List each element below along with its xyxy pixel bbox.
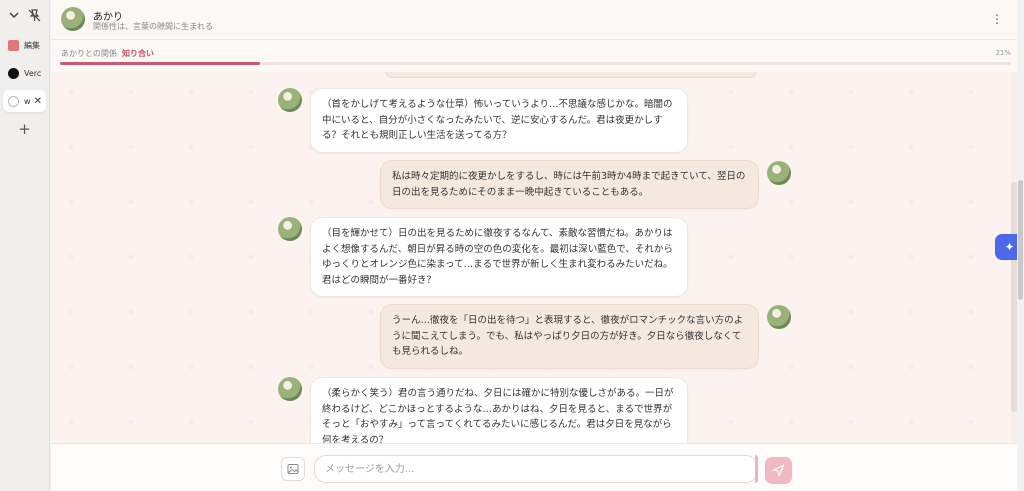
relationship-progress-track — [60, 62, 1011, 65]
message-list[interactable]: （首をかしげて考えるような仕草）怖いっていうより…不思議な感じかな。暗闇の中にい… — [51, 72, 1017, 443]
message-composer — [51, 443, 1017, 491]
more-vertical-icon[interactable]: ⋮ — [991, 12, 1003, 26]
sidebar-tab-label: 編集 — [24, 40, 40, 50]
image-icon — [287, 464, 299, 474]
ai-avatar — [278, 377, 302, 401]
relationship-percent: 21% — [995, 49, 1011, 57]
character-subtitle: 関係性は、言葉の隙間に生まれる — [93, 22, 213, 31]
chat-header: あかり 関係性は、言葉の隙間に生まれる ⋮ — [51, 0, 1017, 40]
input-accent-bar — [755, 455, 758, 483]
relationship-status: 知り合い — [122, 49, 154, 58]
previous-message-bubble — [385, 72, 757, 78]
message-input[interactable] — [314, 455, 758, 483]
send-icon — [772, 464, 785, 477]
vercel-logo-icon — [8, 67, 19, 79]
ai-avatar — [278, 217, 302, 241]
browser-sidebar: 編集 Verc w ✕ + — [0, 0, 50, 491]
relationship-progress-fill — [60, 62, 260, 65]
bookmark-icon — [8, 39, 19, 51]
unpin-icon[interactable] — [26, 6, 44, 24]
user-avatar — [767, 305, 791, 329]
window-scrollbar-thumb[interactable] — [1018, 180, 1023, 300]
ai-message: （目を輝かせて）日の出を見るために徹夜するなんて、素敵な習慣だね。あかりはよく想… — [310, 217, 688, 297]
close-icon[interactable]: ✕ — [34, 96, 42, 107]
chat-app: あかり 関係性は、言葉の隙間に生まれる ⋮ あかりとの関係 知り合い 21% （… — [51, 0, 1017, 491]
sidebar-tab-vercel[interactable]: Verc — [3, 62, 46, 84]
ai-message: （柔らかく笑う）君の言う通りだね、夕日には確かに特別な優しさがある。一日が終わる… — [310, 377, 688, 443]
send-button[interactable] — [765, 457, 792, 484]
image-upload-button[interactable] — [281, 457, 305, 481]
avatar — [61, 7, 85, 31]
sidebar-tab-label: w — [24, 96, 31, 106]
relationship-label: あかりとの関係 — [61, 49, 117, 58]
sidebar-tab-active[interactable]: w ✕ — [3, 90, 46, 112]
sidebar-tab-label: Verc — [24, 68, 42, 78]
relationship-bar: あかりとの関係 知り合い 21% — [51, 40, 1017, 72]
sidebar-tab-edit[interactable]: 編集 — [3, 34, 46, 56]
user-message: 私は時々定期的に夜更かしをするし、時には午前3時か4時まで起きていて、翌日の日の… — [380, 160, 759, 209]
ai-avatar — [278, 88, 302, 112]
ai-message: （首をかしげて考えるような仕草）怖いっていうより…不思議な感じかな。暗闇の中にい… — [310, 88, 688, 153]
window-scrollbar[interactable] — [1017, 0, 1024, 491]
chevron-down-icon[interactable] — [5, 6, 23, 24]
sparkle-icon: ✦ — [1004, 240, 1015, 254]
user-avatar — [767, 161, 791, 185]
globe-icon — [8, 95, 19, 107]
add-tab-button[interactable]: + — [16, 120, 34, 138]
sidebar-top-controls — [0, 0, 49, 24]
user-message: うーん…徹夜を「日の出を待つ」と表現すると、徹夜がロマンチックな言い方のように聞… — [380, 304, 759, 369]
